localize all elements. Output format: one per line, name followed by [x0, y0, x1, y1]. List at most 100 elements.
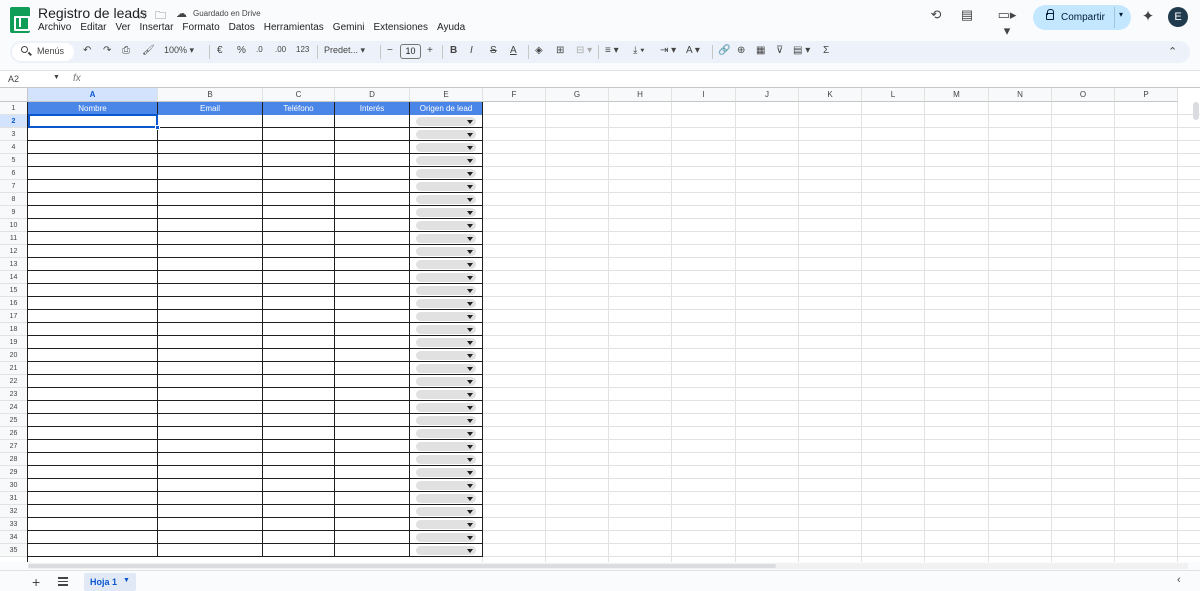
table-cell[interactable] — [410, 401, 483, 414]
table-cell[interactable] — [335, 154, 410, 167]
table-cell[interactable] — [158, 362, 263, 375]
table-cell[interactable] — [410, 141, 483, 154]
table-cell[interactable] — [263, 544, 335, 557]
table-cell[interactable] — [263, 375, 335, 388]
table-cell[interactable] — [335, 375, 410, 388]
dropdown-chip[interactable] — [416, 234, 476, 243]
table-cell[interactable] — [410, 297, 483, 310]
row-header[interactable]: 24 — [0, 401, 28, 414]
table-cell[interactable] — [158, 219, 263, 232]
row-header[interactable]: 26 — [0, 427, 28, 440]
share-button[interactable]: Compartir ▾ — [1033, 5, 1131, 30]
table-cell[interactable] — [28, 219, 158, 232]
table-cell[interactable] — [335, 466, 410, 479]
menu-insertar[interactable]: Insertar — [140, 22, 174, 33]
table-cell[interactable] — [263, 336, 335, 349]
table-cell[interactable] — [28, 141, 158, 154]
table-cell[interactable] — [28, 180, 158, 193]
header-cell[interactable]: Email — [158, 102, 263, 116]
dropdown-chip[interactable] — [416, 338, 476, 347]
dropdown-chip[interactable] — [416, 546, 476, 555]
table-cell[interactable] — [335, 323, 410, 336]
dropdown-chip[interactable] — [416, 286, 476, 295]
all-sheets-icon[interactable] — [58, 575, 68, 586]
collapse-toolbar-chevron-icon[interactable]: ⌃ — [1168, 45, 1177, 58]
row-header[interactable]: 12 — [0, 245, 28, 258]
menu-gemini[interactable]: Gemini — [333, 22, 365, 33]
vertical-scroll-thumb[interactable] — [1193, 102, 1199, 120]
table-cell[interactable] — [263, 505, 335, 518]
table-cell[interactable] — [410, 362, 483, 375]
currency-button[interactable]: € — [217, 45, 223, 56]
table-cell[interactable] — [263, 362, 335, 375]
text-wrap-icon[interactable]: ⇥ ▾ — [660, 45, 676, 56]
table-cell[interactable] — [263, 284, 335, 297]
table-cell[interactable] — [410, 167, 483, 180]
percent-button[interactable]: % — [237, 45, 246, 56]
table-cell[interactable] — [263, 492, 335, 505]
table-cell[interactable] — [410, 193, 483, 206]
column-header-j[interactable]: J — [736, 88, 799, 102]
column-header-k[interactable]: K — [799, 88, 862, 102]
row-header[interactable]: 33 — [0, 518, 28, 531]
filter-views-icon[interactable]: ▤ ▾ — [793, 45, 810, 56]
sheets-logo-icon[interactable] — [10, 7, 30, 33]
table-cell[interactable] — [158, 466, 263, 479]
table-cell[interactable] — [158, 440, 263, 453]
row-header[interactable]: 22 — [0, 375, 28, 388]
dropdown-chip[interactable] — [416, 442, 476, 451]
table-cell[interactable] — [410, 466, 483, 479]
table-cell[interactable] — [158, 544, 263, 557]
table-cell[interactable] — [158, 128, 263, 141]
sheet-tab-chevron-icon[interactable]: ▼ — [123, 577, 130, 584]
table-cell[interactable] — [335, 414, 410, 427]
dropdown-chip[interactable] — [416, 117, 476, 126]
table-cell[interactable] — [28, 492, 158, 505]
table-cell[interactable] — [158, 323, 263, 336]
name-box-chevron-icon[interactable]: ▼ — [53, 74, 60, 81]
table-cell[interactable] — [28, 453, 158, 466]
table-cell[interactable] — [158, 115, 263, 128]
table-cell[interactable] — [335, 531, 410, 544]
row-header[interactable]: 28 — [0, 453, 28, 466]
column-header-n[interactable]: N — [989, 88, 1052, 102]
dropdown-chip[interactable] — [416, 351, 476, 360]
fill-handle[interactable] — [155, 125, 160, 130]
dropdown-chip[interactable] — [416, 312, 476, 321]
dropdown-chip[interactable] — [416, 377, 476, 386]
table-cell[interactable] — [158, 375, 263, 388]
table-cell[interactable] — [28, 440, 158, 453]
table-cell[interactable] — [28, 310, 158, 323]
table-cell[interactable] — [28, 427, 158, 440]
font-select[interactable]: Predet... ▾ — [324, 45, 365, 56]
text-rotation-icon[interactable]: A ▾ — [686, 45, 700, 56]
table-cell[interactable] — [263, 479, 335, 492]
meet-icon[interactable]: ▭▸ ▾ — [993, 7, 1021, 38]
table-cell[interactable] — [158, 388, 263, 401]
table-cell[interactable] — [335, 180, 410, 193]
table-cell[interactable] — [158, 518, 263, 531]
table-cell[interactable] — [28, 245, 158, 258]
table-cell[interactable] — [263, 193, 335, 206]
column-header-p[interactable]: P — [1115, 88, 1178, 102]
row-header[interactable]: 32 — [0, 505, 28, 518]
column-header-g[interactable]: G — [546, 88, 609, 102]
table-cell[interactable] — [410, 440, 483, 453]
table-cell[interactable] — [335, 271, 410, 284]
row-header[interactable]: 8 — [0, 193, 28, 206]
dropdown-chip[interactable] — [416, 130, 476, 139]
share-options-chevron-icon[interactable]: ▾ — [1119, 10, 1123, 19]
table-cell[interactable] — [28, 401, 158, 414]
dropdown-chip[interactable] — [416, 260, 476, 269]
table-cell[interactable] — [28, 193, 158, 206]
table-cell[interactable] — [263, 219, 335, 232]
column-header-m[interactable]: M — [925, 88, 989, 102]
table-cell[interactable] — [28, 466, 158, 479]
table-cell[interactable] — [335, 232, 410, 245]
row-header[interactable]: 25 — [0, 414, 28, 427]
text-color-button[interactable]: A — [510, 45, 517, 56]
table-cell[interactable] — [263, 531, 335, 544]
dropdown-chip[interactable] — [416, 156, 476, 165]
table-cell[interactable] — [410, 427, 483, 440]
table-cell[interactable] — [263, 154, 335, 167]
